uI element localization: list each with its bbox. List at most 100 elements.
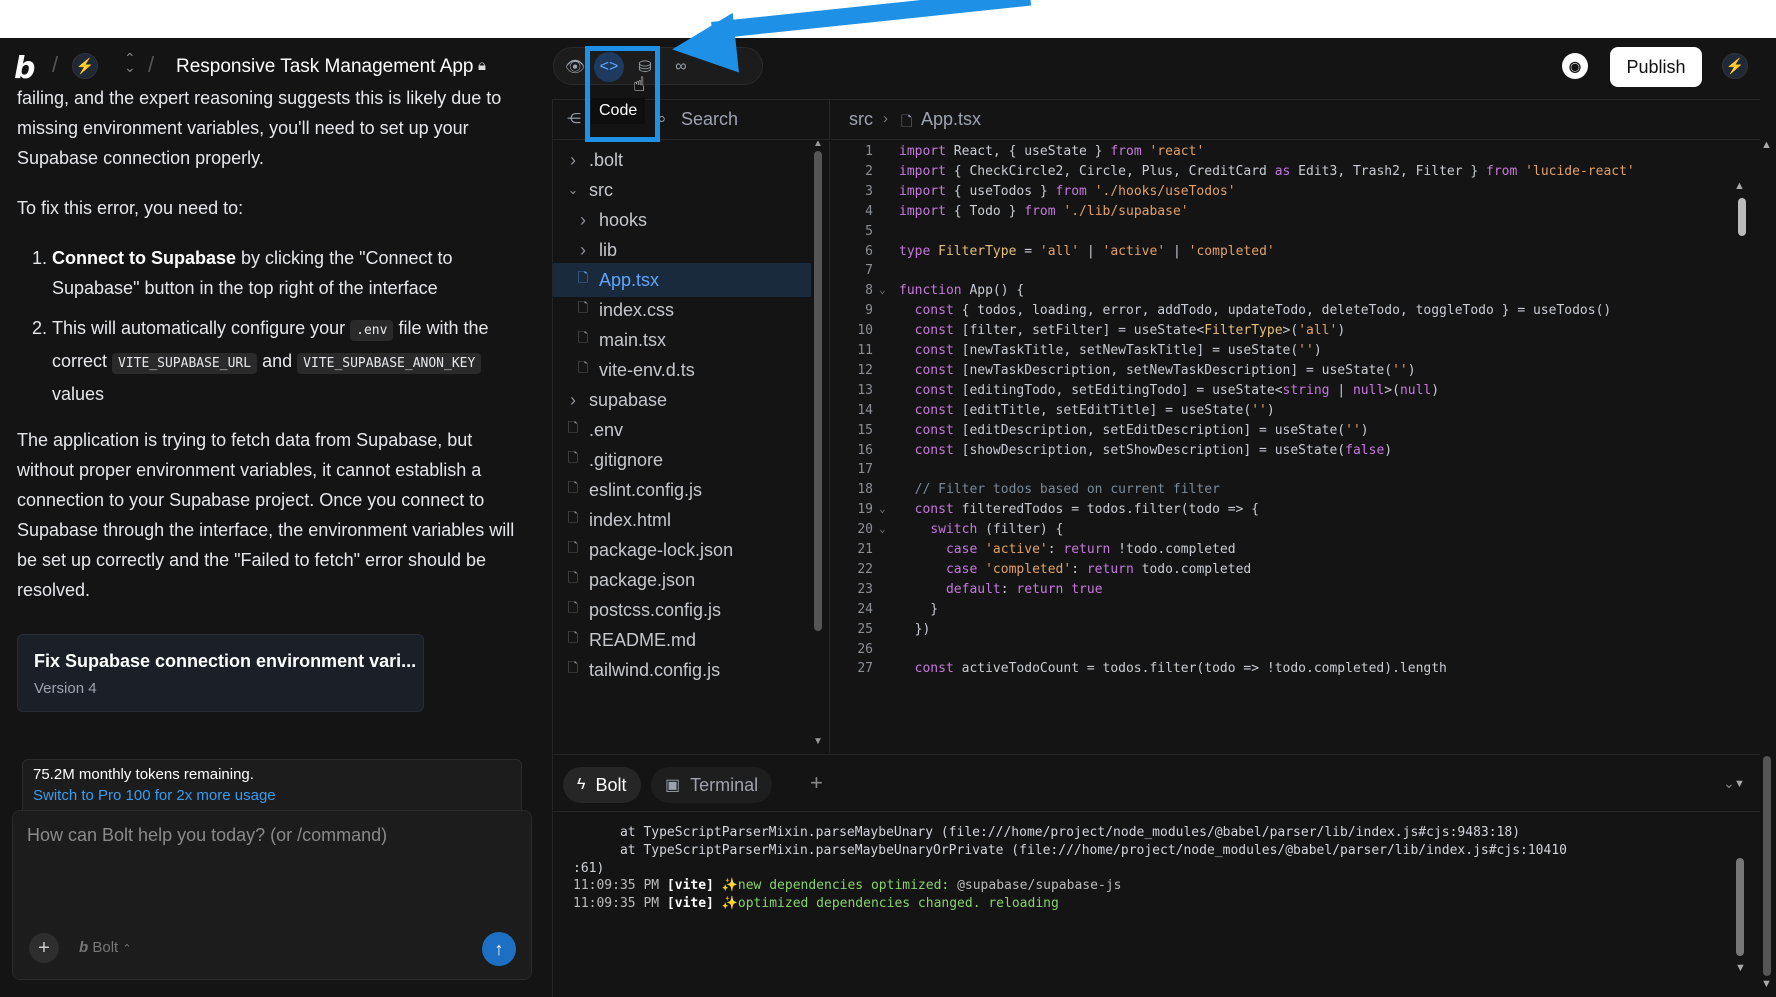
- github-icon[interactable]: ◉: [1562, 53, 1588, 79]
- tree-item[interactable]: › .bolt: [553, 143, 811, 177]
- breadcrumb-file[interactable]: App.tsx: [921, 109, 981, 130]
- code-line: 13 const [editingTodo, setEditingTodo] =…: [831, 383, 1731, 405]
- package-name: @supabase/supabase-js: [957, 878, 1122, 893]
- tree-item[interactable]: 🗋︎ package-lock.json: [553, 533, 811, 567]
- tree-item[interactable]: › lib: [553, 233, 811, 267]
- code-line: 27 const activeTodoCount = todos.filter(…: [831, 661, 1731, 683]
- line-number: 8: [865, 283, 873, 299]
- code-line: 12 const [newTaskDescription, setNewTask…: [831, 363, 1731, 385]
- tree-item-label: README.md: [589, 629, 697, 650]
- tree-item[interactable]: 🗋︎ eslint.config.js: [553, 473, 811, 507]
- code-text: }: [899, 601, 939, 617]
- code-line: 10 const [filter, setFilter] = useState<…: [831, 323, 1731, 345]
- fold-chevron-icon[interactable]: ⌄: [879, 522, 886, 535]
- page-scrollbar-thumb[interactable]: [1763, 756, 1771, 976]
- tree-item-label: App.tsx: [599, 269, 660, 290]
- prompt-input[interactable]: [27, 825, 507, 905]
- scroll-up-icon[interactable]: ▲: [1761, 139, 1772, 151]
- tree-item[interactable]: 🗋︎ index.html: [553, 503, 811, 537]
- code-line: 8 ⌄ function App() {: [831, 283, 1731, 305]
- line-number: 20: [857, 522, 873, 538]
- step-bold: Connect to Supabase: [52, 248, 237, 268]
- line-number: 21: [857, 542, 873, 557]
- scroll-down-icon[interactable]: ▼: [813, 736, 823, 747]
- tree-item[interactable]: 🗋︎ App.tsx: [553, 263, 811, 297]
- code-line: 19 ⌄ const filteredTodos = todos.filter(t…: [831, 502, 1731, 524]
- bolt-icon[interactable]: ⚡: [72, 53, 98, 79]
- pointer-cursor-icon: ☝︎: [633, 74, 646, 96]
- line-number: 7: [865, 263, 873, 279]
- fold-chevron-icon[interactable]: ⌄: [879, 283, 886, 296]
- tree-item[interactable]: 🗋︎ .gitignore: [553, 443, 811, 477]
- tree-scrollbar[interactable]: [814, 151, 822, 631]
- code-text: const [editTitle, setEditTitle] = useSta…: [914, 402, 1275, 418]
- sparkle-icon: ✨: [721, 896, 738, 911]
- bolt-logo[interactable]: b: [14, 51, 35, 86]
- prompt-box: + b Bolt ⌃ ↑: [12, 810, 532, 980]
- line-number: 18: [857, 482, 873, 498]
- upgrade-link[interactable]: Switch to Pro 100 for 2x more usage: [33, 787, 276, 804]
- code-line: 14 const [editTitle, setEditTitle] = use…: [831, 403, 1731, 425]
- tab-bolt[interactable]: ϟ Bolt: [563, 767, 641, 803]
- file-icon: 🗋︎: [577, 330, 589, 345]
- tree-item[interactable]: 🗋︎ main.tsx: [553, 323, 811, 357]
- model-selector[interactable]: b Bolt ⌃: [79, 939, 132, 956]
- account-bolt-icon[interactable]: ⚡: [1722, 53, 1748, 79]
- tree-item[interactable]: ⌄ src: [553, 173, 811, 207]
- version-card[interactable]: Fix Supabase connection environment vari…: [17, 634, 424, 712]
- scroll-down-icon[interactable]: ▼: [1734, 778, 1745, 790]
- code-line: 11 const [newTaskTitle, setNewTaskTitle]…: [831, 343, 1731, 365]
- file-icon: 🗋︎: [567, 420, 579, 435]
- project-title[interactable]: Responsive Task Management App: [176, 56, 474, 78]
- add-terminal-icon[interactable]: +: [810, 770, 823, 796]
- code-line: 4 import { Todo } from './lib/supabase': [831, 204, 1731, 226]
- code-text: default: return true: [945, 581, 1103, 597]
- code-text: const filteredTodos = todos.filter(todo …: [914, 502, 1260, 518]
- tree-item-label: tailwind.config.js: [589, 659, 721, 680]
- line-number: 14: [857, 402, 873, 418]
- scroll-up-icon[interactable]: ▲: [1734, 180, 1745, 192]
- tokens-banner: 75.2M monthly tokens remaining. Switch t…: [22, 759, 522, 811]
- chevron-right-icon: ›: [580, 209, 586, 230]
- file-icon: 🗋︎: [567, 660, 579, 675]
- terminal-output[interactable]: at TypeScriptParserMixin.parseMaybeUnary…: [553, 813, 1761, 997]
- code-editor[interactable]: 1 import React, { useState } from 'react'…: [831, 141, 1761, 753]
- tree-item[interactable]: 🗋︎ vite-env.d.ts: [553, 353, 811, 387]
- tree-item-label: vite-env.d.ts: [599, 359, 695, 380]
- code-text: function App() {: [899, 283, 1025, 299]
- chevron-down-icon[interactable]: ⌄: [1723, 775, 1735, 792]
- chevron-updown-icon[interactable]: ⌃ ⌄: [124, 51, 136, 74]
- file-icon: 🗋︎: [567, 570, 579, 585]
- breadcrumb-folder[interactable]: src: [849, 109, 873, 130]
- file-icon: 🗋︎: [577, 360, 589, 375]
- tree-item[interactable]: 🗋︎ index.css: [553, 293, 811, 327]
- scroll-down-icon[interactable]: ▼: [1761, 978, 1772, 990]
- terminal-scrollbar[interactable]: [1736, 858, 1744, 956]
- tree-item[interactable]: › hooks: [553, 203, 811, 237]
- tree-item[interactable]: › supabase: [553, 383, 811, 417]
- tree-item-label: package-lock.json: [589, 539, 734, 560]
- add-attachment-button[interactable]: +: [29, 933, 59, 963]
- line-number: 2: [865, 163, 873, 179]
- terminal-message: optimized dependencies changed. reloadin…: [737, 896, 1059, 911]
- publish-button[interactable]: Publish: [1610, 47, 1702, 87]
- scroll-down-icon[interactable]: ▼: [1735, 962, 1746, 974]
- tree-item[interactable]: 🗋︎ README.md: [553, 623, 811, 657]
- tab-terminal[interactable]: ▣ Terminal: [651, 767, 773, 803]
- inline-code: VITE_SUPABASE_URL: [112, 353, 258, 374]
- code-line: 23 default: return true: [831, 582, 1731, 604]
- fold-chevron-icon[interactable]: ⌄: [879, 502, 886, 515]
- file-tree-icon[interactable]: ⋲: [567, 110, 581, 127]
- send-button[interactable]: ↑: [482, 932, 516, 966]
- tree-item[interactable]: 🗋︎ tailwind.config.js: [553, 653, 811, 687]
- scroll-up-icon[interactable]: ▲: [813, 141, 823, 149]
- line-number: 27: [857, 661, 873, 677]
- tree-item[interactable]: 🗋︎ .env: [553, 413, 811, 447]
- editor-scrollbar[interactable]: [1738, 198, 1746, 236]
- tree-item[interactable]: 🗋︎ package.json: [553, 563, 811, 597]
- tree-item[interactable]: 🗋︎ postcss.config.js: [553, 593, 811, 627]
- tokens-remaining: 75.2M monthly tokens remaining.: [33, 766, 254, 783]
- file-icon: 🗋︎: [567, 600, 579, 615]
- tree-item-label: src: [589, 179, 613, 200]
- line-number: 22: [857, 561, 873, 577]
